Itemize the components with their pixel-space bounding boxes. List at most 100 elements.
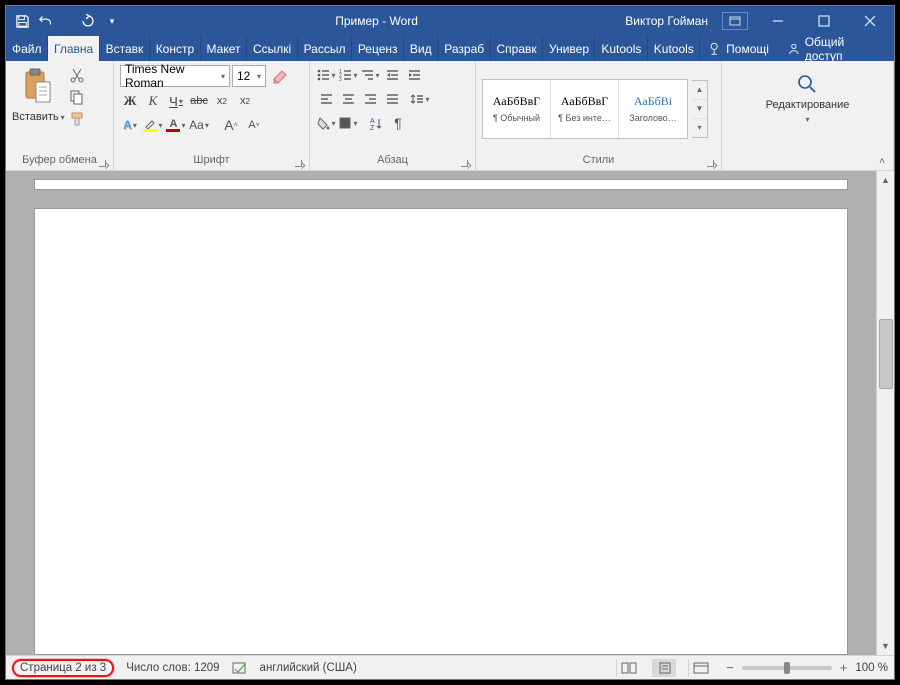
proofing-icon[interactable] (232, 661, 248, 675)
quick-access-toolbar: ▾ (6, 13, 128, 29)
style-heading1[interactable]: АаБбВі Заголово… (619, 80, 687, 138)
font-size-combo[interactable]: 12▾ (232, 65, 266, 87)
tab-kutools[interactable]: Kutools (595, 36, 647, 61)
shrink-font-button[interactable]: A˅ (244, 115, 264, 135)
group-paragraph: ▾ 123▾ ▾ ▾ ▾ (310, 61, 476, 170)
decrease-indent-button[interactable] (382, 65, 402, 85)
paragraph-launcher[interactable] (457, 156, 469, 168)
tab-view[interactable]: Вид (404, 36, 438, 61)
highlight-color-button[interactable]: ▾ (143, 115, 163, 135)
status-bar: Страница 2 из 3 Число слов: 1209 английс… (6, 655, 894, 679)
zoom-out-button[interactable]: − (724, 660, 736, 675)
change-case-button[interactable]: Aa▾ (189, 115, 209, 135)
print-layout-icon[interactable] (652, 659, 676, 677)
italic-button[interactable]: К (143, 91, 163, 111)
strikethrough-button[interactable]: abc (189, 91, 209, 111)
maximize-button[interactable] (804, 6, 844, 36)
align-center-button[interactable] (338, 89, 358, 109)
style-gallery: АаБбВвГ ¶ Обычный АаБбВвГ ¶ Без инте… Аа… (482, 79, 688, 139)
superscript-button[interactable]: x2 (235, 91, 255, 111)
align-right-button[interactable] (360, 89, 380, 109)
scroll-up-icon[interactable]: ▲ (877, 171, 895, 189)
tab-mailings[interactable]: Рассыл (298, 36, 352, 61)
page-2[interactable] (34, 208, 848, 655)
scroll-thumb[interactable] (879, 319, 893, 389)
font-group-label: Шрифт (193, 154, 229, 166)
styles-launcher[interactable] (703, 156, 715, 168)
collapse-ribbon-icon[interactable]: ˄ (874, 154, 890, 168)
tab-home[interactable]: Главна (48, 36, 100, 61)
zoom-slider[interactable] (742, 666, 832, 670)
scroll-track[interactable] (877, 189, 895, 637)
tab-developer[interactable]: Разраб (438, 36, 490, 61)
justify-button[interactable] (382, 89, 402, 109)
scroll-down-icon[interactable]: ▼ (877, 637, 895, 655)
sort-button[interactable]: AZ (366, 113, 386, 133)
tab-kutools-plus[interactable]: Kutools (648, 36, 700, 61)
editing-label: Редактирование (766, 99, 850, 111)
bold-button[interactable]: Ж (120, 91, 140, 111)
editing-button[interactable]: Редактирование ▾ (766, 71, 850, 124)
tab-review[interactable]: Реценз (352, 36, 404, 61)
shading-button[interactable]: ▾ (316, 113, 336, 133)
minimize-button[interactable] (758, 6, 798, 36)
zoom-thumb[interactable] (784, 662, 790, 674)
qat-customize-icon[interactable]: ▾ (104, 13, 120, 29)
undo-icon[interactable] (38, 13, 54, 29)
share-button[interactable]: Общий доступ (777, 36, 894, 61)
subscript-button[interactable]: x2 (212, 91, 232, 111)
tab-references[interactable]: Ссылкі (247, 36, 298, 61)
show-marks-button[interactable]: ¶ (388, 113, 408, 133)
username-label[interactable]: Виктор Гойман (625, 14, 708, 28)
font-name-combo[interactable]: Times New Roman▾ (120, 65, 230, 87)
svg-text:3: 3 (339, 77, 342, 82)
tab-file[interactable]: Файл (6, 36, 48, 61)
paste-button[interactable]: Вставить▾ (12, 65, 65, 152)
underline-button[interactable]: Ч▾ (166, 91, 186, 111)
gallery-up-icon[interactable]: ▲ (692, 81, 707, 100)
gallery-down-icon[interactable]: ▼ (692, 100, 707, 119)
clipboard-group-label: Буфер обмена (22, 154, 97, 166)
read-mode-icon[interactable] (616, 659, 640, 677)
web-layout-icon[interactable] (688, 659, 712, 677)
vertical-scrollbar: ▲ ▼ (876, 171, 894, 655)
zoom-in-button[interactable]: + (838, 660, 850, 675)
close-button[interactable] (850, 6, 890, 36)
line-spacing-button[interactable]: ▾ (410, 89, 430, 109)
tell-me[interactable]: Помощі (700, 36, 777, 61)
borders-button[interactable]: ▾ (338, 113, 358, 133)
style-no-spacing[interactable]: АаБбВвГ ¶ Без инте… (551, 80, 619, 138)
numbering-button[interactable]: 123▾ (338, 65, 358, 85)
font-launcher[interactable] (291, 156, 303, 168)
grow-font-button[interactable]: A˄ (221, 115, 241, 135)
clipboard-launcher[interactable] (95, 156, 107, 168)
page-number-status[interactable]: Страница 2 из 3 (12, 659, 114, 677)
tab-help[interactable]: Справк (491, 36, 544, 61)
align-left-button[interactable] (316, 89, 336, 109)
tab-layout[interactable]: Макет (201, 36, 247, 61)
format-painter-icon[interactable] (69, 111, 85, 127)
document-viewport[interactable] (6, 171, 876, 655)
zoom-level[interactable]: 100 % (855, 662, 888, 674)
increase-indent-button[interactable] (404, 65, 424, 85)
ribbon-display-options-icon[interactable] (722, 12, 748, 30)
gallery-more-icon[interactable]: ▾ (692, 119, 707, 137)
language-status[interactable]: английский (США) (260, 662, 357, 674)
tab-design[interactable]: Констр (150, 36, 201, 61)
font-color-button[interactable]: A▾ (166, 115, 186, 135)
clear-formatting-icon[interactable] (270, 67, 292, 87)
cut-icon[interactable] (69, 67, 85, 83)
tab-univer[interactable]: Универ (543, 36, 595, 61)
page-1-bottom[interactable] (34, 179, 848, 190)
redo-icon[interactable] (80, 13, 96, 29)
text-effects-button[interactable]: A▾ (120, 115, 140, 135)
styles-group-label: Стили (583, 154, 615, 166)
multilevel-list-button[interactable]: ▾ (360, 65, 380, 85)
copy-icon[interactable] (69, 89, 85, 105)
style-normal[interactable]: АаБбВвГ ¶ Обычный (483, 80, 551, 138)
save-icon[interactable] (14, 13, 30, 29)
tab-insert[interactable]: Вставк (100, 36, 150, 61)
ribbon-tabs: Файл Главна Вставк Констр Макет Ссылкі Р… (6, 36, 894, 61)
bullets-button[interactable]: ▾ (316, 65, 336, 85)
word-count-status[interactable]: Число слов: 1209 (126, 662, 219, 674)
